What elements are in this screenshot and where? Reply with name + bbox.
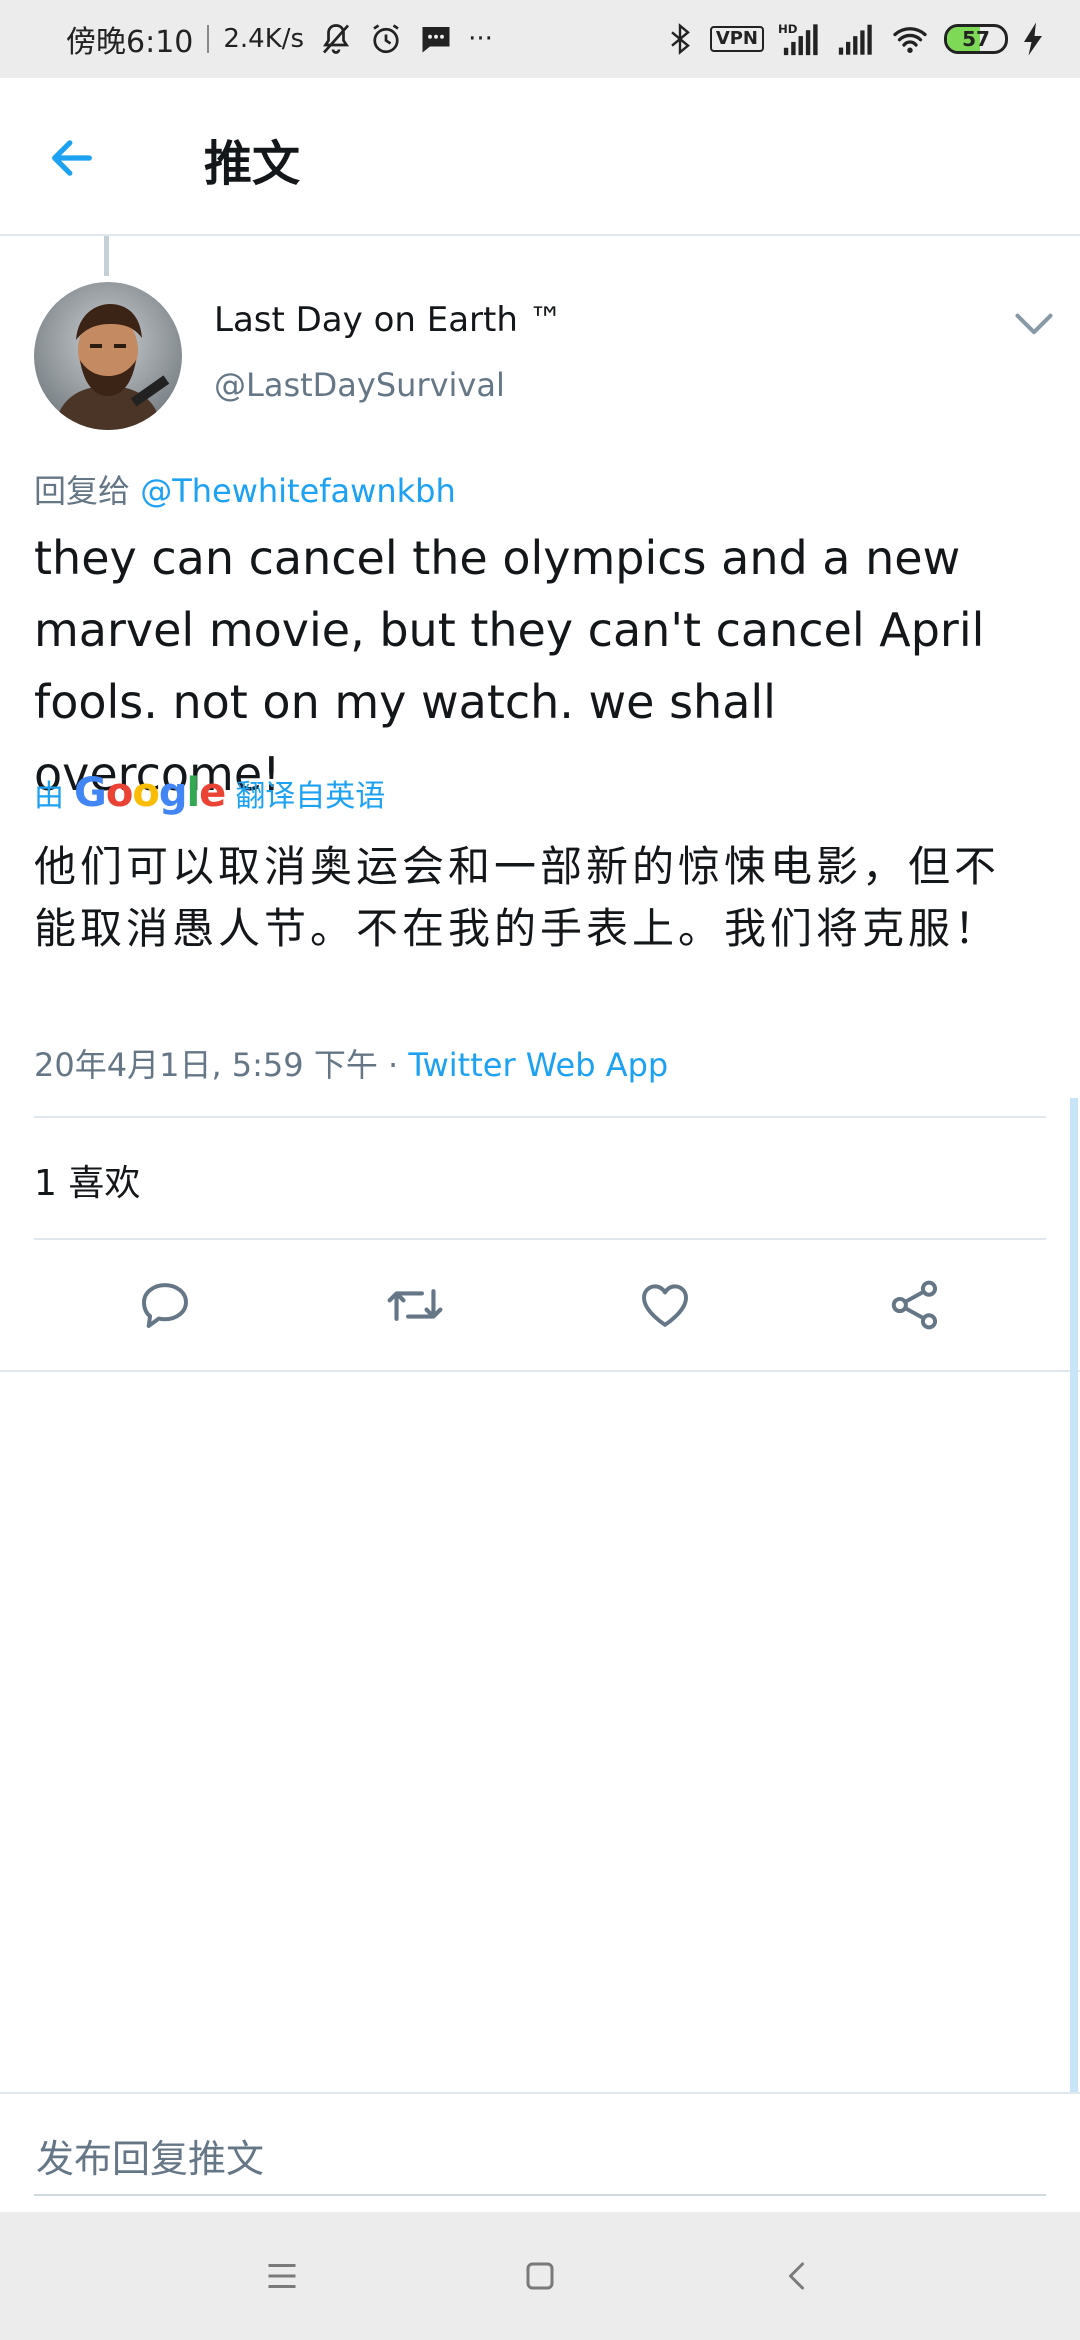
- status-bar-right: VPN HD 57: [664, 21, 1044, 57]
- mute-icon: [318, 21, 354, 57]
- message-icon: [418, 21, 454, 57]
- chevron-down-icon: [1015, 313, 1053, 335]
- author-name[interactable]: Last Day on Earth ™: [214, 300, 563, 340]
- retweet-icon: [387, 1289, 443, 1321]
- reply-mention-link[interactable]: @Thewhitefawnkbh: [140, 472, 456, 510]
- reply-composer[interactable]: 发布回复推文: [0, 2092, 1080, 2212]
- tweet-timestamp: 20年4月1日, 5:59 下午 ·: [34, 1046, 409, 1084]
- tweet-options-button[interactable]: [1012, 306, 1056, 340]
- vpn-badge: VPN: [709, 26, 764, 52]
- translated-text: 他们可以取消奥运会和一部新的惊悚电影，但不能取消愚人节。不在我的手表上。我们将克…: [34, 842, 1001, 953]
- system-nav-bar: [0, 2212, 1080, 2340]
- share-icon: [891, 1280, 938, 1330]
- divider: [34, 1116, 1046, 1118]
- likes-count[interactable]: 1 喜欢: [34, 1154, 140, 1206]
- top-app-bar: 推文: [0, 78, 1080, 236]
- retweet-button[interactable]: [375, 1265, 455, 1345]
- tweet-text: they can cancel the olympics and a new m…: [34, 531, 985, 801]
- status-bar-left: 傍晚6:10 2.4K/s ···: [66, 17, 493, 61]
- status-time: 傍晚6:10: [66, 25, 194, 60]
- avatar[interactable]: [34, 282, 182, 430]
- thread-connector: [104, 236, 109, 276]
- charging-icon: [1022, 21, 1044, 57]
- hd-label: HD: [778, 22, 798, 36]
- home-icon: [526, 2262, 554, 2290]
- google-logo: Google: [74, 770, 226, 816]
- reply-to-line: 回复给 @Thewhitefawnkbh: [34, 466, 456, 512]
- share-button[interactable]: [875, 1265, 955, 1345]
- reply-input[interactable]: 发布回复推文: [36, 2128, 264, 2183]
- translated-by-suffix: 翻译自英语: [235, 779, 386, 814]
- source-app-link[interactable]: Twitter Web App: [408, 1046, 668, 1084]
- network-speed: 2.4K/s: [223, 24, 305, 54]
- back-button[interactable]: [40, 126, 104, 190]
- tweet-metadata: 20年4月1日, 5:59 下午 · Twitter Web App: [34, 1040, 668, 1086]
- reply-to-prefix: 回复给: [34, 472, 131, 510]
- signal-icon: [836, 21, 876, 57]
- tweet-actions: [0, 1240, 1080, 1370]
- translated-by[interactable]: 由 Google 翻译自英语: [34, 770, 385, 816]
- page-title: 推文: [204, 136, 301, 192]
- scrollbar[interactable]: [1070, 1098, 1078, 2092]
- wifi-icon: [890, 21, 930, 57]
- reply-icon: [142, 1283, 188, 1328]
- back-arrow-icon: [52, 140, 92, 176]
- reply-input-underline: [34, 2194, 1046, 2196]
- alarm-icon: [368, 21, 404, 57]
- reply-button[interactable]: [125, 1265, 205, 1345]
- divider: [0, 1370, 1080, 1372]
- author-handle[interactable]: @LastDaySurvival: [214, 366, 505, 404]
- translated-by-prefix: 由: [34, 779, 64, 814]
- signal-hd-icon: HD: [778, 21, 822, 57]
- home-button[interactable]: [516, 2252, 564, 2300]
- battery-indicator: 57: [944, 24, 1008, 54]
- bluetooth-icon: [664, 21, 696, 57]
- back-icon: [789, 2262, 804, 2290]
- menu-icon: [268, 2264, 296, 2288]
- status-bar: 傍晚6:10 2.4K/s ··· VPN HD 57: [0, 0, 1080, 78]
- menu-button[interactable]: [258, 2252, 306, 2300]
- status-separator: [207, 25, 210, 53]
- battery-percent: 57: [962, 27, 990, 51]
- like-icon: [642, 1284, 688, 1327]
- like-button[interactable]: [625, 1265, 705, 1345]
- system-back-button[interactable]: [774, 2252, 822, 2300]
- more-notifications: ···: [468, 24, 493, 54]
